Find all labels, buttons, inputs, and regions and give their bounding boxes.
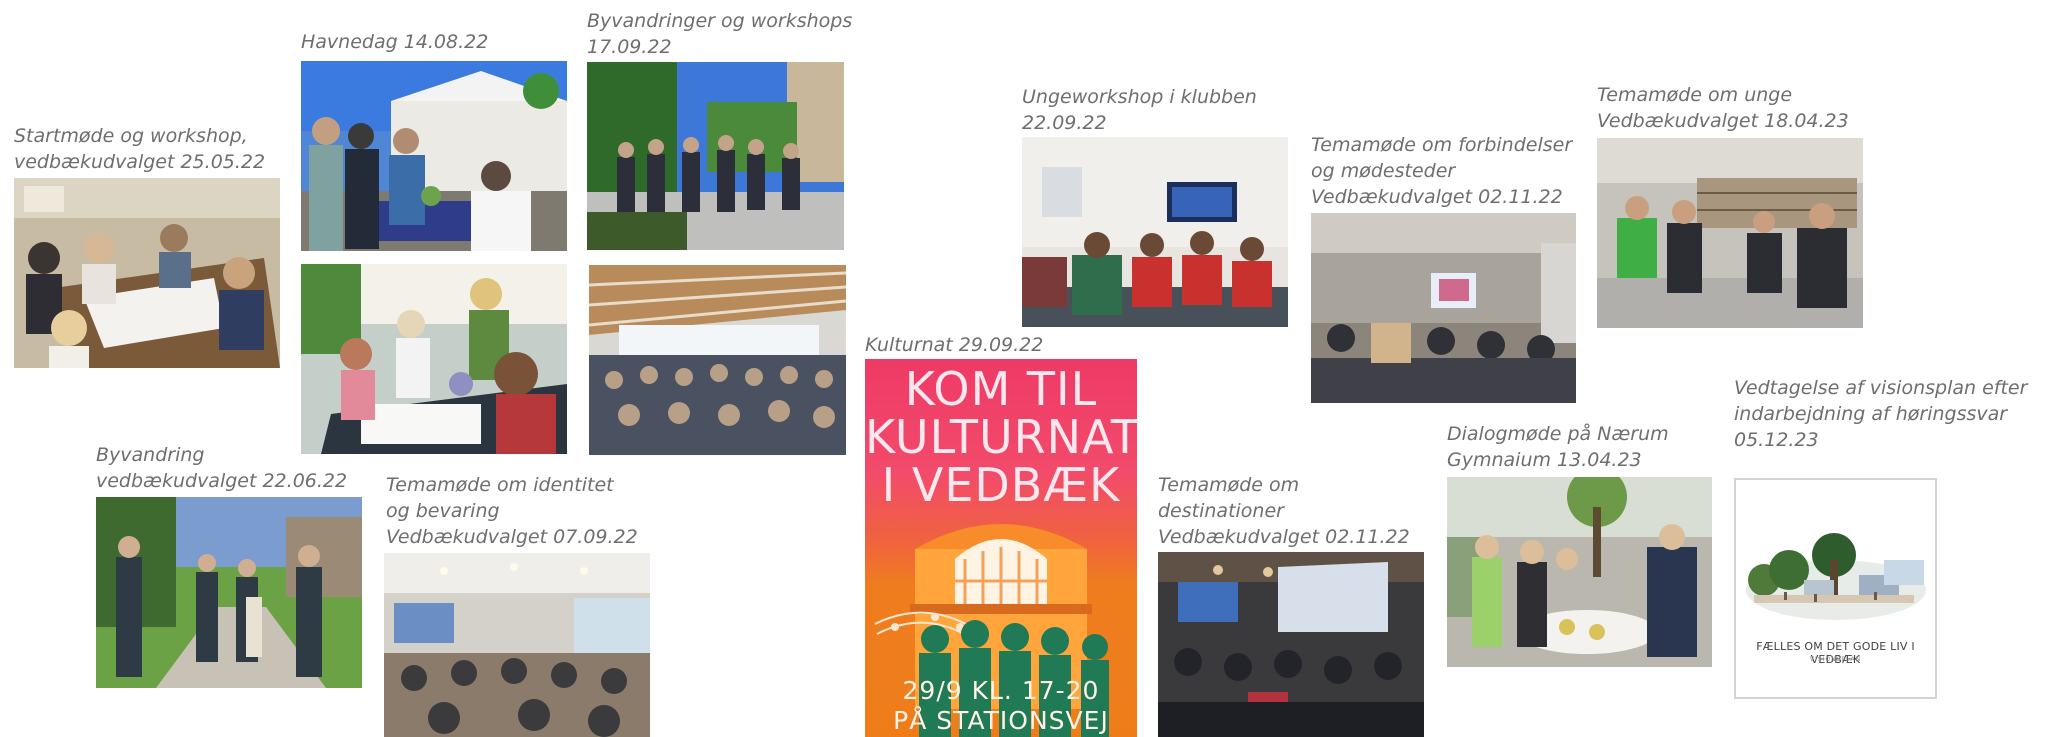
dialogmoede-photo (1447, 477, 1712, 667)
ungeworkshop-photo (1022, 137, 1288, 327)
poster-line-4: 29/9 KL. 17-20 (902, 676, 1100, 705)
unge-photo (1597, 138, 1863, 328)
caption-destinationer: Temamøde om destinationer Vedbækudvalget… (1158, 474, 1410, 548)
poster-line-3: I VEDBÆK (881, 458, 1121, 512)
havnedag-photo-1 (301, 61, 567, 251)
byvandringer-photo-1 (587, 62, 844, 250)
identitet-photo (384, 553, 650, 737)
caption-identitet: Temamøde om identitet og bevaring Vedbæk… (386, 474, 638, 548)
caption-forbindelser: Temamøde om forbindelser og mødesteder V… (1311, 134, 1573, 208)
caption-dialogmoede: Dialogmøde på Nærum Gymnaium 13.04.23 (1447, 423, 1669, 471)
startmoede-photo (14, 178, 280, 368)
poster-line-5: PÅ STATIONSVEJ (893, 706, 1109, 735)
caption-ungeworkshop: Ungeworkshop i klubben 22.09.22 (1022, 86, 1257, 134)
kulturnat-poster: KOM TIL KULTURNAT I VEDBÆK 29/9 KL. 17-2… (865, 359, 1137, 737)
caption-startmoede: Startmøde og workshop, vedbækudvalget 25… (14, 125, 266, 173)
destinationer-photo (1158, 552, 1424, 737)
poster-line-1: KOM TIL (904, 362, 1098, 416)
caption-unge: Temamøde om unge Vedbækudvalget 18.04.23 (1597, 84, 1849, 132)
visionsplan-document: FÆLLES OM DET GODE LIV I VEDBÆK VISIONSP… (1734, 478, 1937, 699)
caption-havnedag: Havnedag 14.08.22 (301, 31, 489, 53)
visionsplan-collage (1746, 533, 1926, 620)
havnedag-photo-2 (301, 264, 567, 454)
visionsplan-subtitle: VISIONSPLAN (1809, 656, 1862, 663)
caption-kulturnat: Kulturnat 29.09.22 (865, 334, 1044, 356)
caption-vedtagelse: Vedtagelse af visionsplan efter indarbej… (1734, 377, 2028, 451)
poster-line-2: KULTURNAT (865, 410, 1137, 464)
caption-byvandringer: Byvandringer og workshops 17.09.22 (587, 10, 853, 58)
byvandring-photo (96, 497, 362, 688)
forbindelser-photo (1311, 213, 1576, 403)
byvandringer-photo-2 (589, 265, 846, 455)
